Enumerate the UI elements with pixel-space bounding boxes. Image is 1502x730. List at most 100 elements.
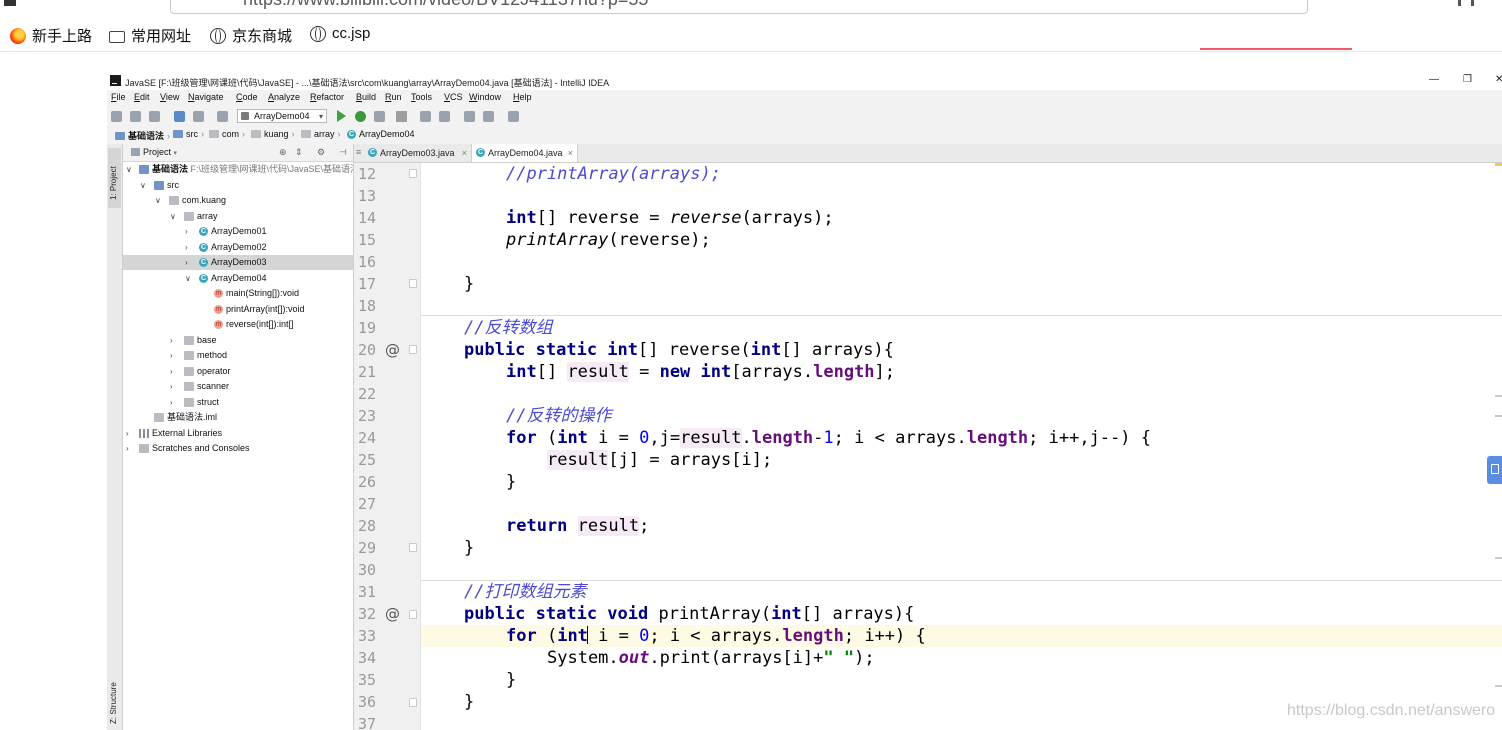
collapse-all-icon[interactable]: ⇕ <box>295 147 303 158</box>
chevron-right-icon: › <box>170 398 173 407</box>
crumb-com[interactable]: com › <box>209 129 245 139</box>
tree-package-base[interactable]: › base <box>123 333 353 348</box>
scope-icon[interactable]: ⊕ <box>279 147 287 158</box>
tab-arraydemo04[interactable]: C ArrayDemo04.java × <box>472 144 578 162</box>
hide-panel-icon[interactable]: ⊣ <box>339 147 347 158</box>
structure-icon[interactable] <box>483 111 494 122</box>
code-line-current: 33 for (int i = 0; i < arrays.length; i+… <box>354 625 1502 647</box>
tree-array-package[interactable]: ∨ array <box>123 209 353 224</box>
tree-class-arraydemo04[interactable]: ∨ C ArrayDemo04 <box>123 271 353 286</box>
bookmark-ccjsp[interactable]: cc.jsp <box>310 25 370 42</box>
run-config-select[interactable]: ArrayDemo04 ▾ <box>237 109 327 123</box>
browser-top-left-icon[interactable] <box>4 0 16 6</box>
tree-package-operator[interactable]: › operator <box>123 364 353 379</box>
crumb-src[interactable]: src › <box>173 129 204 139</box>
bookmark-common-sites[interactable]: 常用网址 <box>109 25 191 46</box>
menu-refactor[interactable]: Refactor <box>310 92 344 102</box>
watermark: https://blog.csdn.net/answero <box>1287 702 1496 719</box>
override-marker-icon[interactable]: @ <box>385 603 400 625</box>
menu-navigate[interactable]: Navigate <box>188 92 224 102</box>
crumb-kuang[interactable]: kuang › <box>251 129 295 139</box>
crumb-array[interactable]: array › <box>301 129 341 139</box>
tree-scratches[interactable]: › Scratches and Consoles <box>123 441 353 456</box>
library-icon[interactable] <box>1458 0 1474 6</box>
tree-class-arraydemo02[interactable]: › C ArrayDemo02 <box>123 240 353 255</box>
window-title: JavaSE [F:\班级管理\网课班\代码\JavaSE] - ...\基础语… <box>125 78 610 88</box>
open-folder-icon[interactable] <box>111 111 122 122</box>
line-number: 26 <box>357 473 376 491</box>
close-icon[interactable]: × <box>568 144 573 162</box>
forward-icon[interactable] <box>193 111 204 122</box>
code-line: 15 printArray(reverse); <box>354 229 1502 251</box>
side-helper-badge-icon[interactable] <box>1487 456 1502 484</box>
back-icon[interactable] <box>174 111 185 122</box>
menu-view[interactable]: View <box>160 92 179 102</box>
close-icon[interactable]: × <box>462 144 467 162</box>
tree-package[interactable]: ∨ com.kuang <box>123 193 353 208</box>
tree-label: src <box>167 180 179 190</box>
debug-icon[interactable] <box>355 111 366 122</box>
menu-vcs[interactable]: VCS <box>444 92 463 102</box>
bookmark-jd[interactable]: 京东商城 <box>210 25 292 46</box>
address-bar[interactable]: https://www.bilibili.com/video/BV12J4113… <box>170 0 1308 14</box>
menu-analyze[interactable]: Analyze <box>268 92 300 102</box>
menu-window[interactable]: Window <box>469 92 501 102</box>
settings-icon[interactable] <box>464 111 475 122</box>
run-icon[interactable] <box>337 110 346 122</box>
menu-run[interactable]: Run <box>385 92 402 102</box>
menu-edit[interactable]: Edit <box>134 92 150 102</box>
tree-method-main[interactable]: m main(String[]):void <box>123 286 353 301</box>
tree-external-libraries[interactable]: › External Libraries <box>123 426 353 441</box>
scrollbar-marker[interactable] <box>1495 163 1502 166</box>
tree-root-module[interactable]: ∨ 基础语法 F:\班级管理\网课班\代码\JavaSE\基础语法 <box>123 162 353 177</box>
tree-iml-file[interactable]: 基础语法.iml <box>123 410 353 425</box>
vcs-icon[interactable] <box>508 111 519 122</box>
menu-tools[interactable]: Tools <box>411 92 432 102</box>
tab-arraydemo03[interactable]: C ArrayDemo03.java × <box>364 144 472 162</box>
code-line: 26 } <box>354 471 1502 493</box>
override-marker-icon[interactable]: @ <box>385 339 400 361</box>
scrollbar-marker[interactable] <box>1495 557 1502 559</box>
minimize-button[interactable]: — <box>1429 74 1439 85</box>
tree-class-arraydemo01[interactable]: › C ArrayDemo01 <box>123 224 353 239</box>
address-text[interactable]: https://www.bilibili.com/video/BV12J4113… <box>243 0 648 10</box>
tree-class-arraydemo03[interactable]: › C ArrayDemo03 <box>123 255 353 270</box>
menu-build[interactable]: Build <box>356 92 376 102</box>
stop-icon[interactable] <box>396 111 407 122</box>
code-line: 28 return result; <box>354 515 1502 537</box>
close-button[interactable]: ✕ <box>1495 74 1502 85</box>
module-folder-icon <box>139 165 149 174</box>
crumb-module[interactable]: 基础语法 › <box>115 129 170 142</box>
menu-help[interactable]: Help <box>513 92 532 102</box>
scrollbar-marker[interactable] <box>1495 415 1502 417</box>
sdk-icon[interactable] <box>439 111 450 122</box>
scrollbar-marker[interactable] <box>1495 395 1502 397</box>
code-text: int[] result = new int[arrays.length]; <box>506 362 896 382</box>
menu-file[interactable]: File <box>111 92 126 102</box>
project-structure-icon[interactable] <box>420 111 431 122</box>
coverage-icon[interactable] <box>374 111 385 122</box>
tree-package-scanner[interactable]: › scanner <box>123 379 353 394</box>
recent-files-icon[interactable]: ≡ <box>356 147 361 157</box>
gear-icon[interactable]: ⚙ <box>317 147 325 158</box>
tree-method-printarray[interactable]: m printArray(int[]):void <box>123 302 353 317</box>
crumb-separator: › <box>242 129 246 139</box>
code-text: //反转数组 <box>464 318 553 338</box>
code-editor[interactable]: 12 //printArray(arrays); 13 14 int[] rev… <box>354 163 1502 730</box>
menu-code[interactable]: Code <box>236 92 258 102</box>
tree-src[interactable]: ∨ src <box>123 178 353 193</box>
structure-tool-tab[interactable]: Z: Structure <box>109 682 118 724</box>
maximize-button[interactable]: ❐ <box>1463 74 1472 85</box>
save-icon[interactable] <box>130 111 141 122</box>
tree-package-struct[interactable]: › struct <box>123 395 353 410</box>
scrollbar-marker[interactable] <box>1495 685 1502 687</box>
project-view-select[interactable]: Project ▾ <box>130 147 177 157</box>
sync-icon[interactable] <box>149 111 160 122</box>
project-tool-tab[interactable]: 1: Project <box>108 148 121 208</box>
build-icon[interactable] <box>217 111 228 122</box>
bookmark-newbie[interactable]: 新手上路 <box>10 25 92 46</box>
project-panel-header: Project ▾ ⊕ ⇕ ⚙ ⊣ <box>123 144 353 162</box>
crumb-class[interactable]: C ArrayDemo04 <box>347 129 415 139</box>
tree-method-reverse[interactable]: m reverse(int[]):int[] <box>123 317 353 332</box>
tree-package-method[interactable]: › method <box>123 348 353 363</box>
